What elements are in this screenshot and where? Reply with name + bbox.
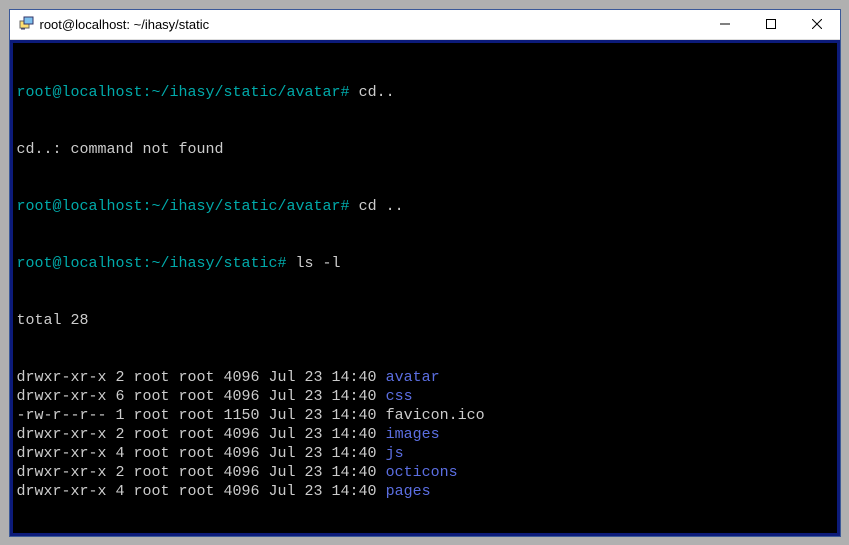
- listing-row: drwxr-xr-x 4 root root 4096 Jul 23 14:40…: [17, 444, 837, 463]
- prompt-line: root@localhost:~/ihasy/static/avatar# cd…: [17, 83, 837, 102]
- output-line: total 28: [17, 311, 837, 330]
- listing-row: drwxr-xr-x 4 root root 4096 Jul 23 14:40…: [17, 482, 837, 501]
- file-name: css: [386, 388, 413, 405]
- file-name: favicon.ico: [386, 407, 485, 424]
- file-name: js: [386, 445, 404, 462]
- listing-row: drwxr-xr-x 2 root root 4096 Jul 23 14:40…: [17, 368, 837, 387]
- file-name: images: [386, 426, 440, 443]
- listing-row: drwxr-xr-x 2 root root 4096 Jul 23 14:40…: [17, 425, 837, 444]
- maximize-button[interactable]: [748, 9, 794, 39]
- output-line: cd..: command not found: [17, 140, 837, 159]
- prompt-line: root@localhost:~/ihasy/static/avatar# cd…: [17, 197, 837, 216]
- terminal-body[interactable]: root@localhost:~/ihasy/static/avatar# cd…: [10, 40, 840, 536]
- terminal-window: root@localhost: ~/ihasy/static root@loca…: [9, 9, 841, 537]
- listing-row: -rw-r--r-- 1 root root 1150 Jul 23 14:40…: [17, 406, 837, 425]
- listing-row: drwxr-xr-x 2 root root 4096 Jul 23 14:40…: [17, 463, 837, 482]
- listing-row: drwxr-xr-x 6 root root 4096 Jul 23 14:40…: [17, 387, 837, 406]
- file-name: pages: [386, 483, 431, 500]
- file-name: avatar: [386, 369, 440, 386]
- window-title: root@localhost: ~/ihasy/static: [40, 17, 702, 32]
- putty-icon: [18, 16, 34, 32]
- file-name: octicons: [386, 464, 458, 481]
- prompt-line: root@localhost:~/ihasy/static# ls -l: [17, 254, 837, 273]
- titlebar: root@localhost: ~/ihasy/static: [10, 10, 840, 40]
- close-button[interactable]: [794, 9, 840, 39]
- minimize-button[interactable]: [702, 9, 748, 39]
